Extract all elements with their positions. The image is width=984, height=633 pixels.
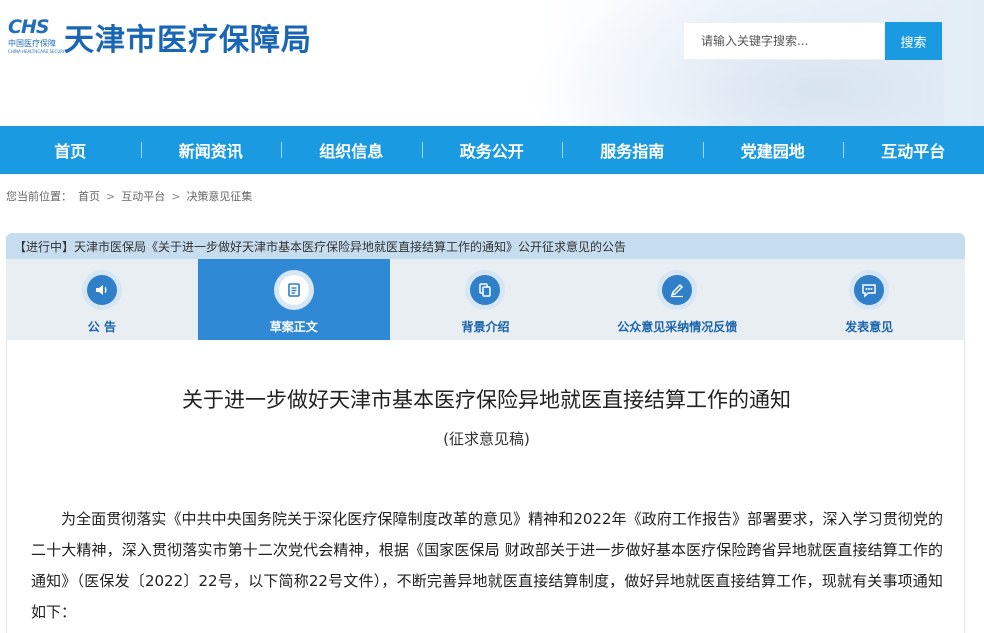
breadcrumb-link-interaction[interactable]: 互动平台 [121,188,165,204]
pen-icon [657,270,698,310]
notice-title: 【进行中】天津市医保局《关于进一步做好天津市基本医疗保险异地就医直接结算工作的通… [14,239,627,254]
tab-label: 公 告 [87,320,116,334]
document-icon [273,270,314,310]
breadcrumb-separator: > [171,189,181,203]
tab-background[interactable]: 背景介绍 [390,259,582,340]
breadcrumb-separator: > [106,189,116,203]
chat-icon [849,270,890,310]
tab-draft-text[interactable]: 草案正文 [197,259,390,340]
document-body: 为全面贯彻落实《中共中央国务院关于深化医疗保障制度改革的意见》精神和2022年《… [31,510,943,621]
nav-item-organization[interactable]: 组织信息 [281,126,422,174]
search-button[interactable]: 搜索 [885,22,942,60]
site-logo[interactable]: CHS 中国医疗保障 CHINA HEALTHCARE SECURITY 天津市… [8,14,312,60]
search-input[interactable] [683,22,885,60]
breadcrumb-link-home[interactable]: 首页 [78,188,100,204]
tab-label: 背景介绍 [461,320,510,334]
logo-en-text: CHINA HEALTHCARE SECURITY [8,49,70,54]
search-box: 搜索 [683,22,942,60]
nav-item-interaction[interactable]: 互动平台 [843,126,984,174]
document-subtitle: (征求意见稿) [443,430,530,448]
tab-announcement[interactable]: 公 告 [6,259,198,340]
header-decoration [524,0,944,126]
consultation-tabs: 公 告 草案正文 背景介绍 公众意见采纳情况反馈 发表意见 [6,259,965,340]
site-title: 天津市医疗保障局 [64,23,312,58]
tab-label: 发表意见 [845,320,894,334]
site-header: CHS 中国医疗保障 CHINA HEALTHCARE SECURITY 天津市… [0,0,984,126]
logo-cn-text: 中国医疗保障 [8,39,56,48]
tab-feedback[interactable]: 公众意见采纳情况反馈 [581,259,773,340]
tab-label: 草案正文 [269,320,318,334]
document-content: 关于进一步做好天津市基本医疗保险异地就医直接结算工作的通知 (征求意见稿) 为全… [6,340,965,633]
main-nav: 首页 新闻资讯 组织信息 政务公开 服务指南 党建园地 互动平台 [0,126,984,174]
tab-label: 公众意见采纳情况反馈 [617,320,738,334]
breadcrumb: 您当前位置： 首页 > 互动平台 > 决策意见征集 [6,188,252,204]
nav-item-service-guide[interactable]: 服务指南 [562,126,703,174]
nav-item-home[interactable]: 首页 [0,126,141,174]
nav-item-government-affairs[interactable]: 政务公开 [421,126,563,174]
logo-mark-text: CHS [8,16,50,38]
copy-icon [465,270,506,310]
nav-item-news[interactable]: 新闻资讯 [140,126,282,174]
breadcrumb-prefix: 您当前位置： [6,190,72,203]
nav-item-party-building[interactable]: 党建园地 [702,126,844,174]
notice-title-bar: 【进行中】天津市医保局《关于进一步做好天津市基本医疗保险异地就医直接结算工作的通… [6,233,965,259]
document-title: 关于进一步做好天津市基本医疗保险异地就医直接结算工作的通知 [182,388,791,412]
tab-submit-opinion[interactable]: 发表意见 [773,259,965,340]
chs-logo-mark: CHS 中国医疗保障 CHINA HEALTHCARE SECURITY [8,16,69,58]
breadcrumb-current[interactable]: 决策意见征集 [186,188,252,204]
speaker-icon [81,270,122,310]
